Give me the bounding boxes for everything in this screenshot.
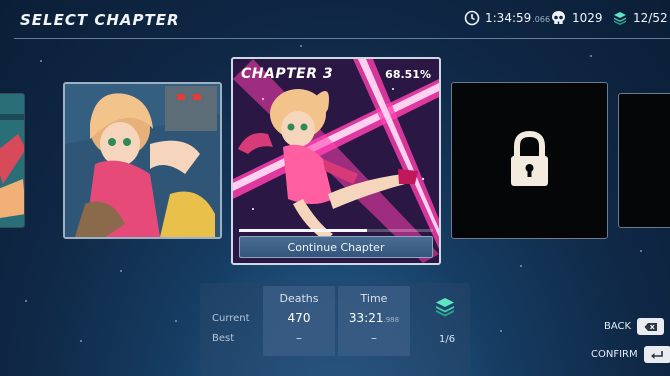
chapter-card-previous-2[interactable] [0,93,25,228]
backspace-key-icon [637,318,665,335]
chapter-gems-count: 1/6 [439,334,456,345]
confirm-control[interactable]: CONFIRM [591,346,670,363]
row-label-current: Current [212,313,250,324]
row-label-best: Best [212,333,235,344]
time-best: – [371,331,377,345]
total-time-value: 1:34:59 [485,11,532,25]
time-current-ms: .988 [383,316,400,324]
time-current: 33:21.988 [338,311,410,325]
enter-key-icon [643,346,670,363]
back-label: BACK [604,321,632,332]
header-bar: SELECT CHAPTER 1:34:59 .066 1029 12/52 [0,0,670,40]
clock-icon [464,10,480,26]
total-gems-value: 12/52 [633,11,668,25]
chapter-card-4-locked[interactable] [451,82,608,239]
deaths-current: 470 [287,311,311,325]
total-time-stat: 1:34:59 .066 [464,10,550,26]
chapter-stats-panel: Current Best Deaths 470 – Time 33:21.988… [200,283,470,376]
chapter-progress-bar [239,229,433,232]
deaths-column: Deaths 470 – [263,286,335,356]
confirm-label: CONFIRM [591,349,638,360]
gem-stack-icon [614,12,626,25]
skull-icon [552,11,565,24]
chapter-card-3-selected[interactable]: CHAPTER 3 68.51% Continue Chapter [231,57,441,265]
total-deaths-stat: 1029 [550,10,603,26]
chapter-completion: 68.51% [385,68,431,81]
gem-stack-icon [436,298,454,317]
deaths-header: Deaths [279,292,319,305]
chapter-2-artwork [65,84,220,237]
total-time-ms: .066 [532,15,551,24]
continue-chapter-button[interactable]: Continue Chapter [239,236,433,258]
chapter-card-2[interactable] [63,82,222,239]
header-divider [14,38,670,39]
time-current-value: 33:21 [348,311,384,325]
padlock-icon [511,130,548,186]
time-column: Time 33:21.988 – [338,286,410,356]
chapter-3-artwork [233,59,439,263]
chapter-art-thumbnail [0,94,24,227]
deaths-best: – [296,331,302,345]
chapter-progress-fill [239,229,368,232]
time-header: Time [360,292,388,305]
total-deaths-value: 1029 [572,11,603,25]
chapter-title: CHAPTER 3 [241,66,334,82]
page-title: SELECT CHAPTER [20,11,180,29]
total-gems-stat: 12/52 [612,10,668,26]
back-control[interactable]: BACK [604,318,665,335]
chapter-card-5-locked[interactable] [618,93,670,228]
